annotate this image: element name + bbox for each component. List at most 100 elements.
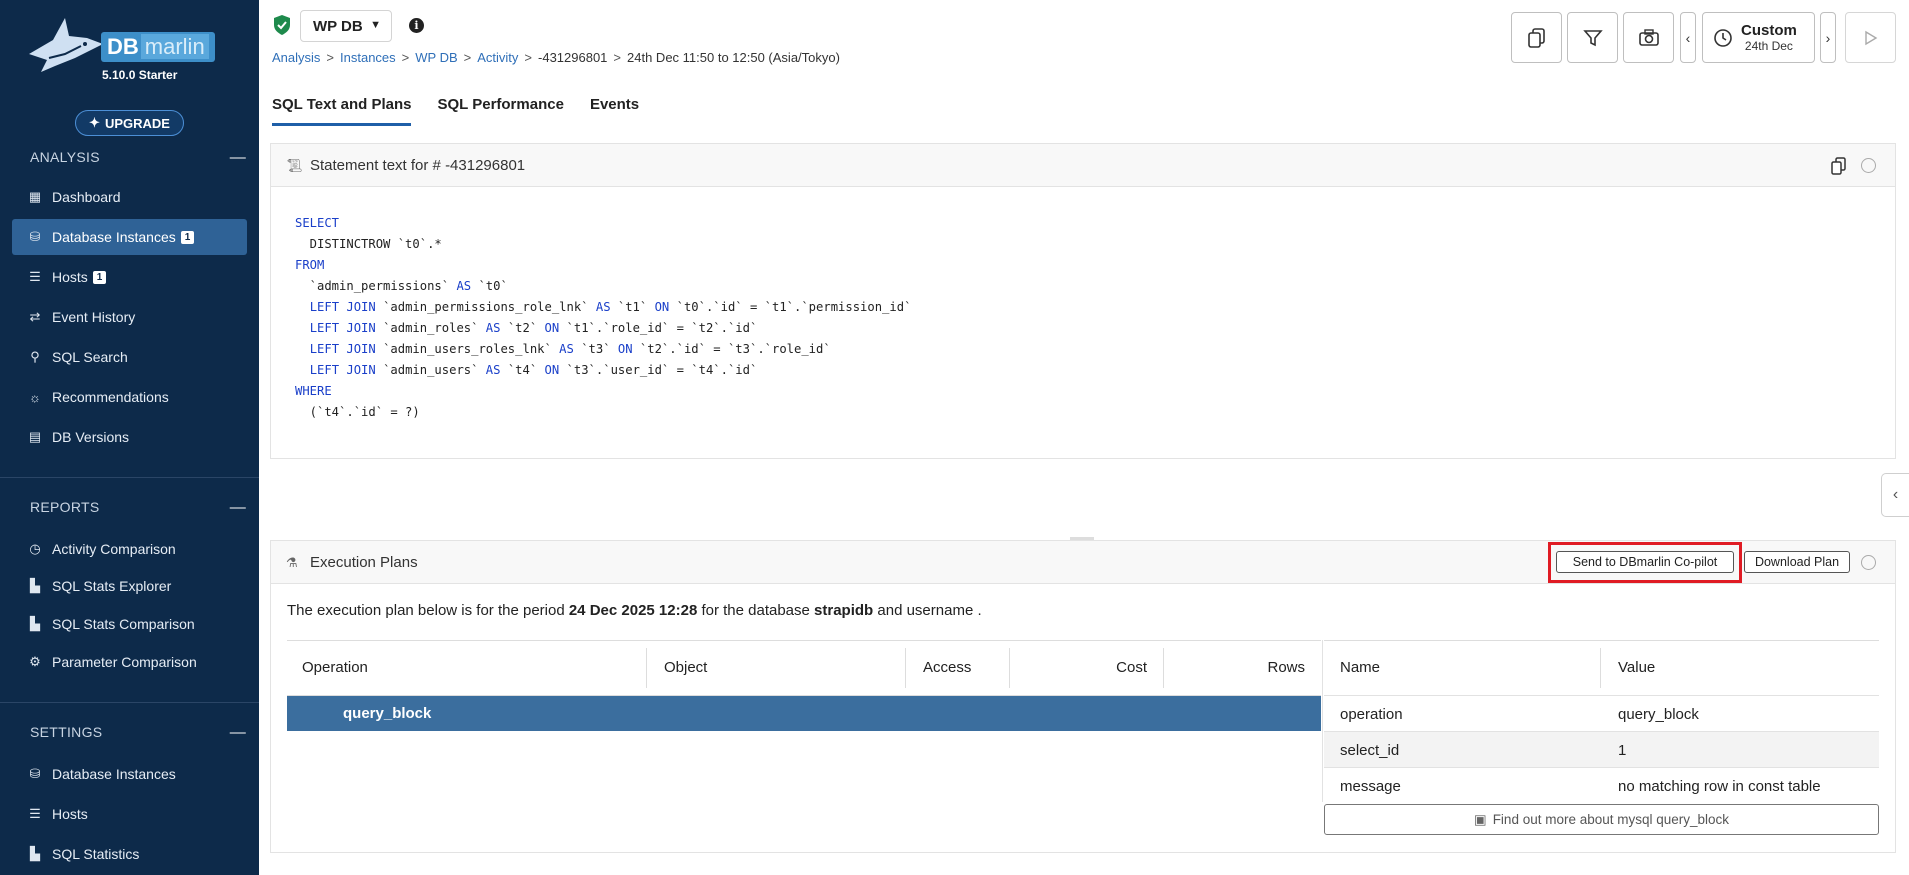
sidebar-item-activity-comparison[interactable]: ◷ Activity Comparison xyxy=(12,531,247,567)
detail-value: query_block xyxy=(1618,706,1699,723)
gear-icon: ⚙ xyxy=(29,654,41,669)
chevron-left-icon: ‹ xyxy=(1892,486,1899,503)
sidebar-item-sql-statistics[interactable]: ▙ SQL Statistics xyxy=(12,836,247,872)
tab-sql-text-and-plans[interactable]: SQL Text and Plans xyxy=(272,96,412,126)
column-header-name[interactable]: Name xyxy=(1340,640,1380,695)
plan-desc-suffix: and username . xyxy=(873,602,982,619)
sql-text: `t0` xyxy=(471,279,508,293)
collapse-icon[interactable]: — xyxy=(230,499,246,517)
sidebar-item-event-history[interactable]: ⇄ Event History xyxy=(12,299,247,335)
sidebar-item-database-instances[interactable]: ⛁ Database Instances 1 xyxy=(12,219,247,255)
filter-button[interactable] xyxy=(1567,12,1618,63)
sidebar-item-dashboard[interactable]: ▦ Dashboard xyxy=(12,179,247,215)
database-icon: ⛁ xyxy=(29,229,41,244)
sql-text: `t1` xyxy=(610,300,655,314)
chevron-left-icon: ‹ xyxy=(1685,29,1691,46)
expand-side-panel-button[interactable]: ‹ xyxy=(1881,473,1909,517)
sidebar-item-hosts[interactable]: ☰ Hosts 1 xyxy=(12,259,247,295)
play-button[interactable] xyxy=(1845,12,1896,63)
sidebar-item-recommendations[interactable]: ☼ Recommendations xyxy=(12,379,247,415)
column-header-rows[interactable]: Rows xyxy=(1247,640,1305,695)
sql-line: LEFT JOIN `admin_roles` AS `t2` ON `t1`.… xyxy=(295,318,911,339)
clock-icon xyxy=(1714,28,1732,47)
sql-text: `t1`.`role_id` = `t2`.`id` xyxy=(559,321,758,335)
breadcrumb-analysis[interactable]: Analysis xyxy=(272,50,320,65)
reports-section-header[interactable]: REPORTS — xyxy=(30,499,246,517)
sql-line: WHERE xyxy=(295,381,911,402)
time-range-button[interactable]: Custom 24th Dec xyxy=(1702,12,1815,63)
sql-keyword: AS xyxy=(485,363,501,377)
time-range-label: Custom xyxy=(1741,22,1797,39)
settings-section-header[interactable]: SETTINGS — xyxy=(30,724,246,742)
arrows-icon: ⇄ xyxy=(29,309,41,324)
detail-name: operation xyxy=(1340,706,1403,723)
table-divider xyxy=(1322,640,1323,802)
database-selector[interactable]: WP DB ▼ xyxy=(300,10,392,42)
tab-sql-performance[interactable]: SQL Performance xyxy=(437,96,563,126)
copy-icon[interactable] xyxy=(1831,157,1847,175)
column-header-value[interactable]: Value xyxy=(1618,640,1655,695)
chart-icon: ▙ xyxy=(30,578,40,593)
copy-link-button[interactable] xyxy=(1511,12,1562,63)
column-header-cost[interactable]: Cost xyxy=(1085,640,1147,695)
analysis-section-header[interactable]: ANALYSIS — xyxy=(30,149,246,167)
sidebar-item-hosts[interactable]: ☰ Hosts xyxy=(12,796,247,832)
upgrade-button[interactable]: ✦ UPGRADE xyxy=(75,110,184,136)
plan-row-selected[interactable]: query_block xyxy=(287,696,1321,731)
collapse-icon[interactable]: — xyxy=(230,724,246,742)
dbmarlin-logo[interactable]: DB marlin 5.10.0 Starter xyxy=(25,14,215,84)
breadcrumb: Analysis > Instances > WP DB > Activity > -43129… xyxy=(272,50,840,65)
breadcrumb-instances[interactable]: Instances xyxy=(340,50,396,65)
breadcrumb-activity[interactable]: Activity xyxy=(477,50,518,65)
chevron-down-icon: ▼ xyxy=(370,19,381,31)
sidebar-item-label: Hosts xyxy=(52,806,88,822)
breadcrumb-statement-id: -431296801 xyxy=(538,50,608,65)
sql-text: `t0`.`id` = `t1`.`permission_id` xyxy=(669,300,912,314)
collapse-icon[interactable]: — xyxy=(230,149,246,167)
chart-icon: ▙ xyxy=(30,616,40,631)
collapse-panel-icon[interactable] xyxy=(1861,158,1876,173)
sql-text: (`t4`.`id` = ?) xyxy=(295,405,420,419)
sql-line: LEFT JOIN `admin_users` AS `t4` ON `t3`.… xyxy=(295,360,911,381)
detail-value: no matching row in const table xyxy=(1618,778,1821,795)
sidebar-item-sql-stats-comparison[interactable]: ▙ SQL Stats Comparison xyxy=(12,606,247,642)
sql-text: `admin_users` xyxy=(375,363,486,377)
breadcrumb-separator: > xyxy=(524,50,533,65)
column-header-access[interactable]: Access xyxy=(923,640,971,695)
column-header-object[interactable]: Object xyxy=(664,640,707,695)
sql-keyword: LEFT JOIN xyxy=(309,321,376,335)
next-period-button[interactable]: › xyxy=(1820,12,1836,63)
info-icon[interactable]: i xyxy=(409,18,424,33)
sidebar-item-database-instances[interactable]: ⛁ Database Instances xyxy=(12,756,247,792)
sql-keyword: AS xyxy=(485,321,501,335)
plan-description: The execution plan below is for the peri… xyxy=(287,602,982,619)
sql-keyword: FROM xyxy=(295,258,325,272)
grid-icon: ▦ xyxy=(28,189,42,204)
previous-period-button[interactable]: ‹ xyxy=(1680,12,1696,63)
sidebar-item-label: SQL Stats Explorer xyxy=(52,578,172,594)
sidebar-item-db-versions[interactable]: ▤ DB Versions xyxy=(12,419,247,455)
snapshot-button[interactable] xyxy=(1623,12,1674,63)
sidebar-item-label: Parameter Comparison xyxy=(52,654,197,670)
column-divider xyxy=(1163,648,1164,688)
collapse-panel-icon[interactable] xyxy=(1861,555,1876,570)
download-plan-button[interactable]: Download Plan xyxy=(1744,551,1850,573)
lightbulb-icon: ☼ xyxy=(29,389,41,405)
sidebar-item-label: Database Instances xyxy=(52,766,176,782)
column-header-operation[interactable]: Operation xyxy=(302,640,368,695)
sql-line: LEFT JOIN `admin_users_roles_lnk` AS `t3… xyxy=(295,339,911,360)
sql-text: `t2`.`id` = `t3`.`role_id` xyxy=(632,342,831,356)
find-out-more-label: Find out more about mysql query_block xyxy=(1492,812,1730,827)
sidebar-item-parameter-comparison[interactable]: ⚙ Parameter Comparison xyxy=(12,644,247,680)
sidebar-item-sql-stats-explorer[interactable]: ▙ SQL Stats Explorer xyxy=(12,568,247,604)
chevron-right-icon: › xyxy=(1825,29,1831,46)
sidebar-item-sql-search[interactable]: ⚲ SQL Search xyxy=(12,339,247,375)
sql-text: DISTINCTROW `t0`.* xyxy=(295,237,442,251)
find-out-more-button[interactable]: ▣ Find out more about mysql query_block xyxy=(1324,804,1879,835)
tab-events[interactable]: Events xyxy=(590,96,639,126)
brand-db-text: DB xyxy=(107,34,139,59)
sql-keyword: ON xyxy=(544,321,560,335)
breadcrumb-wp-db[interactable]: WP DB xyxy=(415,50,457,65)
